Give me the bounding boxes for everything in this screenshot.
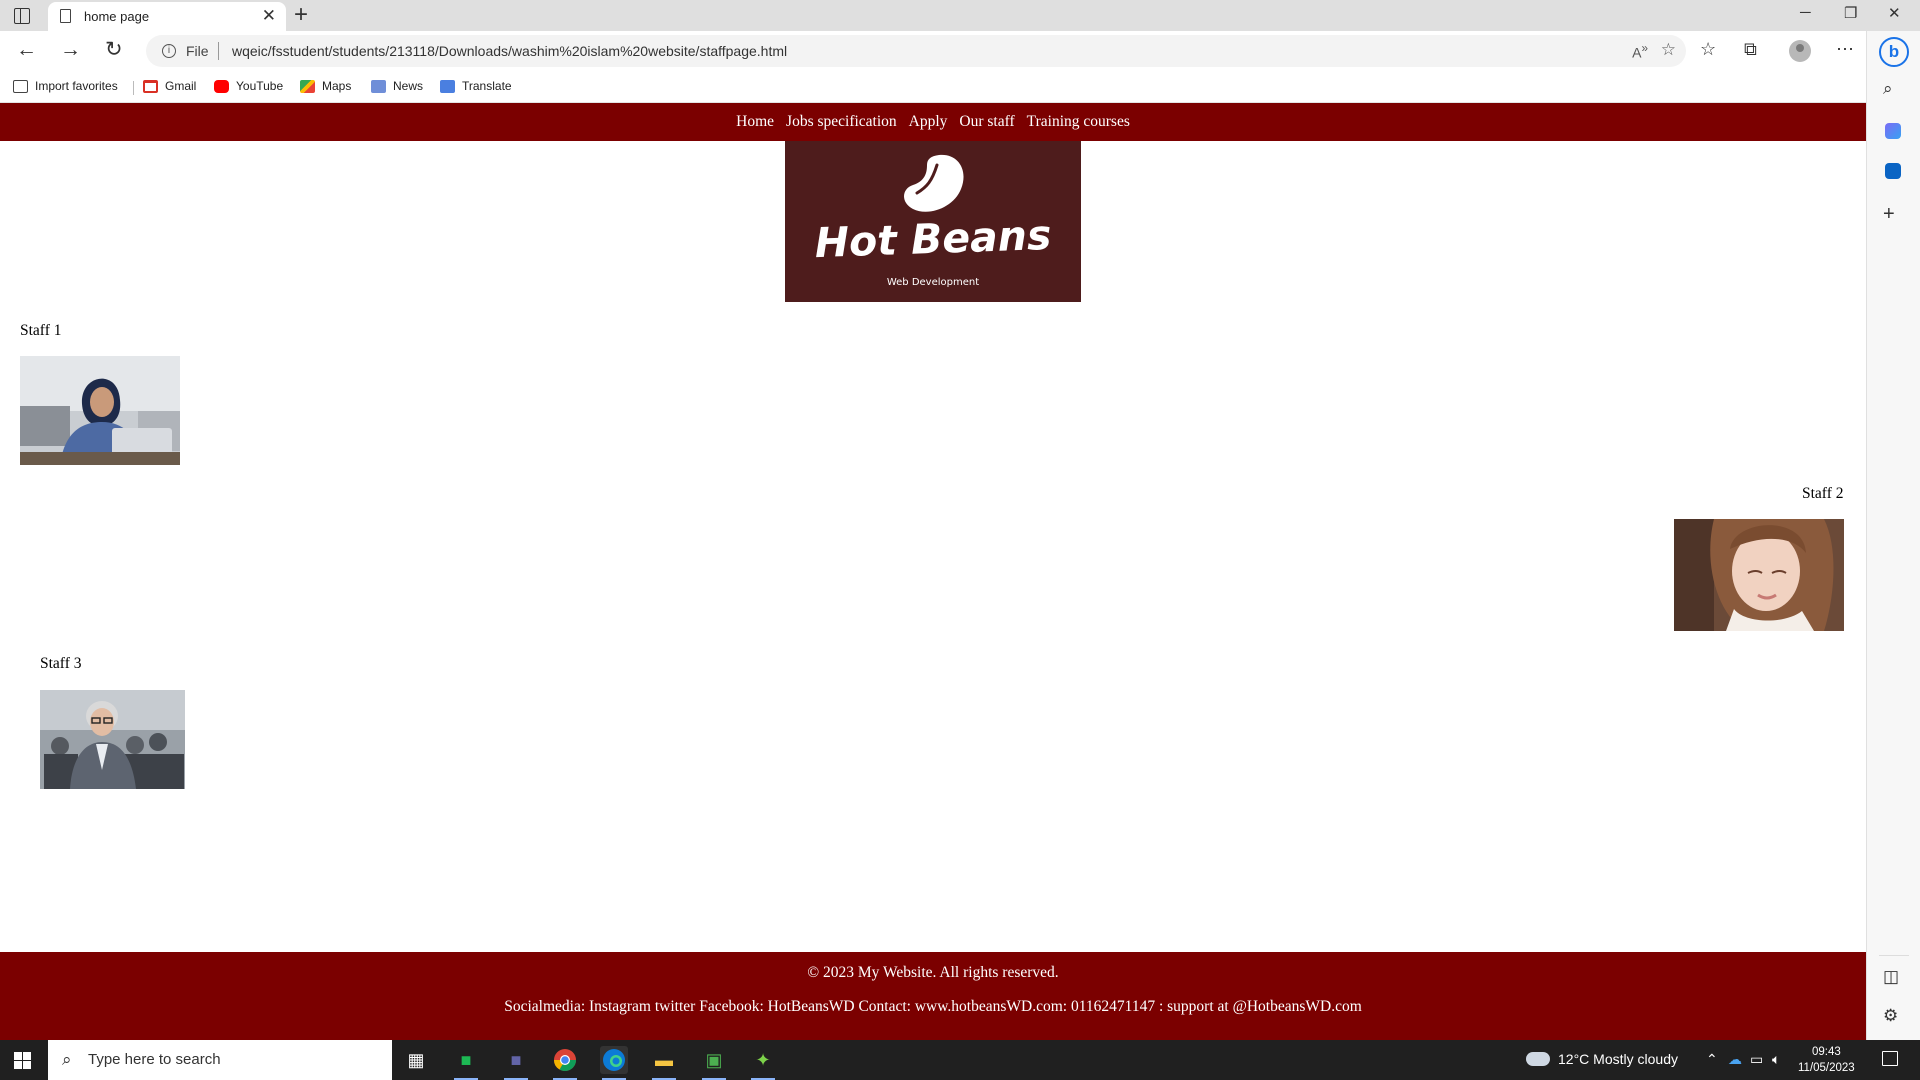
close-window-icon[interactable]: ✕ bbox=[1888, 4, 1901, 22]
url-text[interactable]: wqeic/fsstudent/students/213118/Download… bbox=[232, 43, 787, 59]
tab-actions-icon[interactable] bbox=[14, 8, 30, 24]
restore-icon[interactable]: ❐ bbox=[1844, 4, 1857, 22]
tab-title: home page bbox=[84, 9, 150, 24]
sidebar-toggle-icon[interactable]: ◫ bbox=[1883, 967, 1899, 987]
bookmark-label: Gmail bbox=[165, 79, 197, 93]
bookmark-divider bbox=[133, 81, 134, 95]
onedrive-icon[interactable]: ☁ bbox=[1728, 1051, 1742, 1068]
bookmark-label: Maps bbox=[322, 79, 352, 93]
site-footer: © 2023 My Website. All rights reserved. … bbox=[0, 952, 1866, 1040]
maps-icon bbox=[300, 79, 315, 93]
add-favorite-icon[interactable]: ☆ bbox=[1661, 40, 1676, 60]
bookmark-news[interactable]: News bbox=[371, 79, 423, 93]
bookmark-maps[interactable]: Maps bbox=[300, 79, 351, 93]
browser-toolbar: ← → ↻ i File wqeic/fsstudent/students/21… bbox=[0, 31, 1920, 71]
volume-icon[interactable]: 🔈︎ bbox=[1772, 1051, 1780, 1068]
tab-strip: home page ✕ + ─ ❐ ✕ bbox=[0, 0, 1920, 31]
publisher-icon[interactable]: ■ bbox=[452, 1046, 480, 1080]
address-scheme: File bbox=[186, 43, 209, 59]
task-view-icon[interactable]: ▦ bbox=[402, 1046, 430, 1074]
refresh-icon[interactable]: ↻ bbox=[105, 38, 123, 62]
weather-text: 12°C Mostly cloudy bbox=[1558, 1051, 1678, 1067]
bookmark-gmail[interactable]: Gmail bbox=[143, 79, 196, 93]
notepad-icon[interactable]: ▣ bbox=[700, 1046, 728, 1080]
staff-3-label: Staff 3 bbox=[40, 655, 82, 672]
staff-1-label: Staff 1 bbox=[20, 322, 62, 339]
site-navbar: Home Jobs specification Apply Our staff … bbox=[0, 103, 1866, 141]
bookmark-youtube[interactable]: YouTube bbox=[214, 79, 283, 93]
edge-icon[interactable] bbox=[600, 1046, 628, 1080]
footer-contact: Socialmedia: Instagram twitter Facebook:… bbox=[504, 998, 1362, 1015]
tab-home-page[interactable]: home page ✕ bbox=[48, 2, 286, 31]
bing-icon[interactable]: b bbox=[1879, 37, 1909, 67]
footer-copyright: © 2023 My Website. All rights reserved. bbox=[807, 964, 1059, 981]
favorites-icon[interactable]: ☆ bbox=[1700, 39, 1716, 60]
staff-2-photo bbox=[1674, 519, 1844, 631]
address-bar[interactable]: i File wqeic/fsstudent/students/213118/D… bbox=[146, 35, 1686, 67]
web-page: Home Jobs specification Apply Our staff … bbox=[0, 103, 1866, 1040]
nav-jobs-specification[interactable]: Jobs specification bbox=[786, 103, 897, 141]
search-icon[interactable]: ⌕ bbox=[1883, 79, 1893, 99]
bookmarks-bar: Import favorites Gmail YouTube Maps News… bbox=[0, 71, 1866, 103]
staff-3-photo bbox=[40, 690, 185, 789]
page-icon bbox=[60, 9, 71, 23]
search-placeholder: Type here to search bbox=[88, 1051, 221, 1068]
read-aloud-icon[interactable]: A» bbox=[1632, 42, 1648, 61]
outlook-icon[interactable] bbox=[1885, 163, 1901, 179]
cloud-icon bbox=[1526, 1052, 1550, 1066]
info-icon[interactable]: i bbox=[162, 44, 176, 58]
office-icon[interactable] bbox=[1885, 123, 1901, 139]
network-icon[interactable]: ▭ bbox=[1750, 1051, 1763, 1068]
clock-time: 09:43 bbox=[1811, 1046, 1841, 1058]
notifications-icon[interactable] bbox=[1882, 1051, 1898, 1066]
bookmark-label: YouTube bbox=[236, 79, 284, 93]
import-icon bbox=[13, 79, 28, 93]
youtube-icon bbox=[214, 79, 229, 93]
address-divider bbox=[218, 42, 219, 60]
back-icon[interactable]: ← bbox=[16, 38, 37, 62]
staff-2-label: Staff 2 bbox=[1802, 485, 1844, 502]
bookmark-import-favorites[interactable]: Import favorites bbox=[13, 79, 118, 93]
search-icon: ⌕ bbox=[62, 1050, 72, 1069]
clock-date: 11/05/2023 bbox=[1798, 1062, 1855, 1074]
bookmark-label: News bbox=[393, 79, 424, 93]
bookmark-label: Import favorites bbox=[35, 79, 118, 93]
system-clock[interactable]: 09:43 11/05/2023 bbox=[1798, 1044, 1855, 1076]
staff-1-photo bbox=[20, 356, 180, 465]
nav-training-courses[interactable]: Training courses bbox=[1027, 103, 1130, 141]
weather-widget[interactable]: 12°C Mostly cloudy bbox=[1526, 1051, 1678, 1067]
more-icon[interactable]: ⋯ bbox=[1836, 39, 1854, 60]
windows-taskbar: ⌕ Type here to search ▦ ■ ■ ▬ ▣ ✦ 12°C M… bbox=[0, 1040, 1920, 1080]
logo-subtitle: Web Development bbox=[886, 277, 980, 288]
nav-home[interactable]: Home bbox=[736, 103, 774, 141]
logo-title: Hot Beans bbox=[813, 210, 1053, 268]
nav-apply[interactable]: Apply bbox=[909, 103, 948, 141]
translate-icon bbox=[440, 79, 455, 93]
chrome-icon[interactable] bbox=[551, 1046, 579, 1080]
file-explorer-icon[interactable]: ▬ bbox=[650, 1046, 678, 1080]
bookmark-translate[interactable]: Translate bbox=[440, 79, 512, 93]
collections-icon[interactable]: ⧉ bbox=[1744, 39, 1757, 60]
hot-beans-logo: Hot Beans Web Development bbox=[785, 141, 1081, 302]
new-tab-icon[interactable]: + bbox=[294, 2, 308, 28]
settings-icon[interactable]: ⚙ bbox=[1883, 1006, 1898, 1026]
news-icon bbox=[371, 79, 386, 93]
taskbar-search[interactable]: ⌕ Type here to search bbox=[48, 1040, 392, 1080]
windows-start-icon[interactable] bbox=[14, 1052, 31, 1069]
bean-icon bbox=[904, 154, 964, 212]
profile-avatar[interactable] bbox=[1789, 40, 1811, 62]
add-icon[interactable]: + bbox=[1883, 203, 1895, 226]
nav-our-staff[interactable]: Our staff bbox=[959, 103, 1014, 141]
minimize-icon[interactable]: ─ bbox=[1800, 4, 1811, 21]
gmail-icon bbox=[143, 79, 158, 93]
edge-sidebar: b ⌕ + ◫ ⚙ bbox=[1866, 31, 1920, 1040]
forward-icon[interactable]: → bbox=[60, 38, 81, 62]
close-tab-icon[interactable]: ✕ bbox=[262, 6, 276, 26]
chevron-up-icon[interactable]: ⌃ bbox=[1706, 1051, 1718, 1068]
teams-icon[interactable]: ■ bbox=[502, 1046, 530, 1080]
sidebar-divider bbox=[1879, 955, 1909, 956]
bookmark-label: Translate bbox=[462, 79, 512, 93]
app-icon[interactable]: ✦ bbox=[749, 1046, 777, 1080]
